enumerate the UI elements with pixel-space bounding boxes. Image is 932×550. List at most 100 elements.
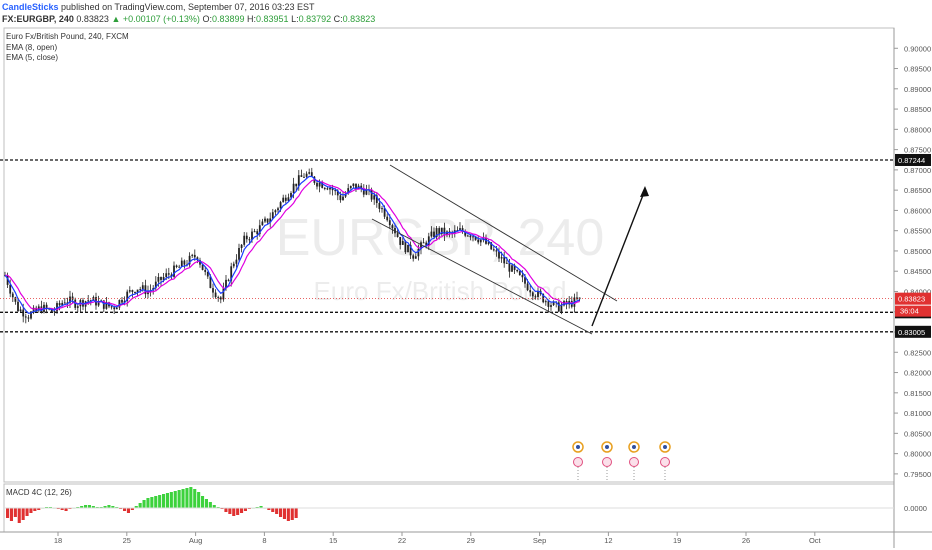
- event-marker-icon[interactable]: [573, 457, 583, 467]
- candle-body: [529, 290, 532, 293]
- candle-body: [279, 202, 282, 209]
- y-tick-label: 0.87000: [904, 166, 931, 175]
- candle-body: [175, 265, 178, 267]
- macd-bar: [169, 492, 173, 508]
- y-tick-label: 0.81500: [904, 389, 931, 398]
- candle-body: [503, 257, 506, 264]
- y-tick-label: 0.89000: [904, 85, 931, 94]
- candle-body: [22, 309, 25, 317]
- event-marker-icon[interactable]: [602, 457, 612, 467]
- y-tick-label: 0.80500: [904, 429, 931, 438]
- candle-body: [235, 259, 238, 264]
- candle-body: [495, 250, 498, 252]
- macd-bar: [6, 508, 10, 518]
- macd-bar: [204, 499, 208, 508]
- candle-body: [173, 265, 175, 277]
- candle-body: [516, 269, 519, 272]
- event-marker-dot: [576, 445, 580, 449]
- price-chart[interactable]: 0.90000 0.89500 0.89000 0.88500 0.88000 0.875…: [0, 0, 932, 550]
- current-price-label: 0.83823: [898, 295, 925, 304]
- macd-bar: [25, 508, 29, 516]
- candle-body: [165, 273, 168, 278]
- candle-body: [24, 316, 27, 318]
- y-tick-label: 0.80000: [904, 450, 931, 459]
- candle-body: [183, 260, 186, 265]
- macd-bar: [150, 497, 154, 508]
- watermark-symbol: EURGBP, 240: [276, 209, 605, 267]
- candle-body: [391, 225, 394, 228]
- candle-body: [232, 263, 235, 267]
- candle-body: [500, 257, 503, 259]
- candle-body: [547, 301, 550, 307]
- candle-body: [378, 202, 381, 209]
- event-marker-dot: [663, 445, 667, 449]
- candle-body: [110, 306, 113, 308]
- candle-body: [245, 235, 248, 240]
- candle-body: [141, 285, 144, 290]
- x-tick-label: 29: [467, 536, 475, 545]
- candle-body: [422, 242, 425, 244]
- candle-body: [11, 293, 14, 298]
- y-tick-label: 0.84500: [904, 267, 931, 276]
- candle-body: [472, 236, 474, 238]
- candle-body: [521, 275, 524, 278]
- candle-body: [238, 248, 240, 260]
- macd-bar: [173, 491, 177, 508]
- candle-body: [284, 197, 287, 201]
- y-tick-label: 0.90000: [904, 44, 931, 53]
- candle-body: [9, 284, 12, 294]
- candle-body: [466, 235, 469, 237]
- candle-body: [204, 269, 207, 272]
- x-tick-label: Sep: [533, 536, 546, 545]
- candle-body: [414, 256, 417, 259]
- macd-bar: [290, 508, 294, 520]
- candle-body: [404, 240, 407, 253]
- candle-body: [303, 176, 305, 178]
- candle-body: [214, 292, 217, 298]
- candle-body: [329, 187, 331, 190]
- candle-body: [266, 218, 269, 223]
- y-tick-label: 0.82000: [904, 369, 931, 378]
- macd-bar: [13, 508, 17, 517]
- candle-body: [63, 302, 66, 304]
- candle-body: [14, 297, 17, 302]
- macd-bar: [240, 508, 244, 513]
- event-marker-icon[interactable]: [660, 457, 670, 467]
- candle-body: [264, 218, 266, 222]
- candle-body: [282, 197, 285, 203]
- x-tick-label: 19: [673, 536, 681, 545]
- candle-body: [160, 276, 162, 280]
- candle-body: [318, 182, 321, 187]
- y-tick-label: 0.86500: [904, 186, 931, 195]
- candle-body: [334, 190, 337, 192]
- macd-bar: [193, 489, 197, 508]
- y-tick-label: 0.89500: [904, 65, 931, 74]
- x-tick-label: 12: [604, 536, 612, 545]
- macd-bar: [146, 498, 150, 508]
- candle-body: [526, 283, 529, 291]
- candle-body: [219, 297, 222, 300]
- candle-body: [560, 305, 563, 312]
- x-tick-label: 8: [262, 536, 266, 545]
- candle-body: [412, 255, 415, 259]
- x-tick-label: 22: [398, 536, 406, 545]
- x-tick-label: 26: [742, 536, 750, 545]
- candle-body: [87, 300, 90, 302]
- candle-body: [352, 183, 355, 187]
- candle-body: [178, 266, 181, 268]
- candle-body: [469, 235, 472, 238]
- candle-body: [342, 196, 344, 201]
- x-tick-label: 18: [54, 536, 62, 545]
- macd-bar: [236, 508, 240, 515]
- candle-body: [550, 305, 552, 307]
- y-tick-label: 0.85500: [904, 227, 931, 236]
- macd-bar: [154, 496, 158, 508]
- candle-body: [300, 175, 303, 177]
- event-marker-icon[interactable]: [629, 457, 639, 467]
- macd-bar: [294, 508, 298, 518]
- x-tick-label: 25: [123, 536, 131, 545]
- candle-body: [261, 221, 264, 226]
- macd-bar: [181, 489, 185, 508]
- candle-body: [27, 317, 30, 319]
- candle-body: [17, 301, 19, 312]
